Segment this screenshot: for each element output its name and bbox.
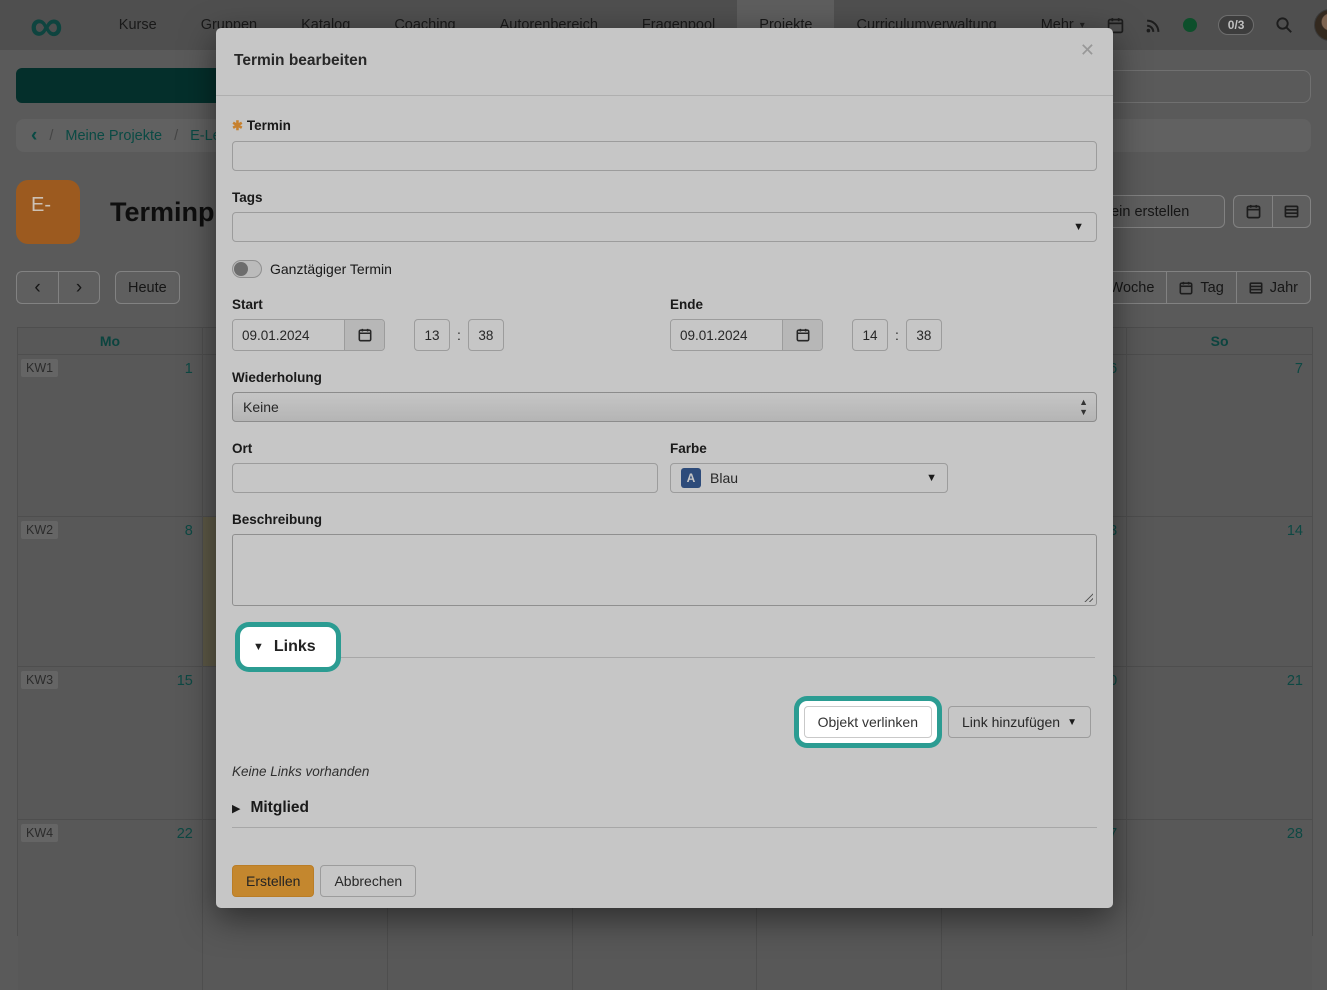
section-divider	[232, 827, 1097, 828]
breadcrumb-separator: /	[49, 128, 53, 144]
search-icon[interactable]	[1275, 16, 1293, 34]
calendar-day-cell[interactable]: KW28	[18, 516, 203, 666]
dialog-header: Termin bearbeiten ✕	[216, 28, 1113, 96]
wiederholung-label: Wiederholung	[232, 370, 1097, 385]
menu-item-kurse[interactable]: Kurse	[97, 0, 179, 50]
rss-icon[interactable]	[1145, 17, 1162, 34]
tags-label: Tags	[232, 190, 1097, 205]
mitglied-section-toggle[interactable]: ▶ Mitglied	[232, 799, 1097, 817]
calendar-day-cell[interactable]: KW11	[18, 354, 203, 516]
links-section-title: Links	[274, 638, 316, 656]
dialog-body: ✱Termin Tags ▼ Ganztägiger Termin Start …	[216, 96, 1113, 897]
time-separator: :	[895, 327, 899, 343]
color-swatch: A	[681, 468, 701, 488]
ort-label: Ort	[232, 441, 658, 456]
dialog-title: Termin bearbeiten	[234, 52, 1095, 70]
dialog-footer: Erstellen Abbrechen	[232, 865, 1097, 897]
next-button[interactable]: ›	[58, 271, 100, 304]
links-buttons-row: Objekt verlinken Link hinzufügen▼	[232, 696, 1097, 748]
ende-date-group	[670, 319, 823, 351]
week-number-badge: KW1	[21, 359, 58, 377]
all-day-toggle[interactable]	[232, 260, 262, 278]
links-section-header-row: ▼ Links	[232, 625, 1097, 681]
calendar-view-button[interactable]	[1233, 195, 1272, 228]
start-hour-input[interactable]	[414, 319, 450, 351]
section-divider	[340, 657, 1095, 658]
all-day-label: Ganztägiger Termin	[270, 261, 392, 277]
back-chevron-icon[interactable]: ‹	[31, 126, 37, 145]
calendar-day-cell[interactable]: 7	[1127, 354, 1312, 516]
view-tag-button[interactable]: Tag	[1166, 271, 1235, 304]
farbe-value: Blau	[710, 470, 738, 486]
table-icon	[1284, 204, 1299, 219]
required-asterisk-icon: ✱	[232, 118, 243, 133]
calendar-day-cell[interactable]: 14	[1127, 516, 1312, 666]
beschreibung-wrap	[232, 534, 1097, 609]
farbe-label: Farbe	[670, 441, 1097, 456]
select-arrows-icon: ▲▼	[1079, 397, 1088, 417]
triangle-down-icon: ▼	[253, 641, 264, 653]
prev-button[interactable]: ‹	[16, 271, 58, 304]
navbar-right: 0/3 ▾	[1107, 9, 1327, 41]
termin-bearbeiten-dialog: Termin bearbeiten ✕ ✱Termin Tags ▼ Ganzt…	[216, 28, 1113, 908]
ort-input[interactable]	[232, 463, 658, 493]
toggle-knob	[234, 262, 248, 276]
calendar-day-cell[interactable]: 21	[1127, 666, 1312, 819]
beschreibung-textarea[interactable]	[232, 534, 1097, 606]
counter-badge[interactable]: 0/3	[1218, 15, 1255, 35]
calendar-icon	[358, 328, 372, 342]
ende-minute-input[interactable]	[906, 319, 942, 351]
termin-label: ✱Termin	[232, 118, 1097, 134]
start-datepicker-button[interactable]	[344, 320, 384, 350]
chevron-down-icon: ▼	[1067, 717, 1077, 728]
list-view-button[interactable]	[1272, 195, 1311, 228]
calendar-icon	[1179, 281, 1193, 295]
close-icon[interactable]: ✕	[1080, 40, 1095, 61]
week-number-badge: KW3	[21, 671, 58, 689]
table-icon	[1249, 281, 1263, 295]
mitglied-section-title: Mitglied	[250, 799, 309, 817]
ende-datepicker-button[interactable]	[782, 320, 822, 350]
abbrechen-button[interactable]: Abbrechen	[320, 865, 416, 897]
view-jahr-button[interactable]: Jahr	[1236, 271, 1311, 304]
time-separator: :	[457, 327, 461, 343]
start-date-group	[232, 319, 385, 351]
logo-infinity-icon[interactable]: ∞	[30, 5, 63, 45]
calendar-icon	[796, 328, 810, 342]
calendar-icon	[1246, 204, 1261, 219]
triangle-right-icon: ▶	[232, 802, 240, 815]
start-date-input[interactable]	[233, 320, 344, 350]
calendar-day-cell[interactable]: KW422	[18, 819, 203, 990]
status-dot	[1183, 18, 1197, 32]
ende-hour-input[interactable]	[852, 319, 888, 351]
beschreibung-label: Beschreibung	[232, 512, 1097, 527]
breadcrumb-link-meine-projekte[interactable]: Meine Projekte	[65, 128, 162, 144]
ende-label: Ende	[670, 297, 1097, 312]
link-hinzufuegen-button[interactable]: Link hinzufügen▼	[948, 706, 1091, 738]
week-number-badge: KW2	[21, 521, 58, 539]
wiederholung-select[interactable]: Keine ▲▼	[232, 392, 1097, 422]
calendar-day-cell[interactable]: KW315	[18, 666, 203, 819]
objekt-verlinken-button[interactable]: Objekt verlinken	[804, 706, 932, 738]
links-section-toggle[interactable]: ▼ Links	[240, 627, 336, 667]
breadcrumb-separator: /	[174, 128, 178, 144]
ende-date-input[interactable]	[671, 320, 782, 350]
week-number-badge: KW4	[21, 824, 58, 842]
project-icon: E-	[16, 180, 80, 244]
calendar-day-cell[interactable]: 28	[1127, 819, 1312, 990]
chevron-down-icon: ▼	[926, 472, 937, 484]
user-avatar[interactable]	[1314, 9, 1327, 41]
erstellen-button[interactable]: Erstellen	[232, 865, 314, 897]
today-button[interactable]: Heute	[115, 271, 180, 304]
start-label: Start	[232, 297, 670, 312]
farbe-select[interactable]: A Blau ▼	[670, 463, 948, 493]
page-title-block: E- Terminpla	[16, 180, 237, 244]
start-minute-input[interactable]	[468, 319, 504, 351]
tags-select[interactable]: ▼	[232, 212, 1097, 242]
empty-links-text: Keine Links vorhanden	[232, 764, 1097, 779]
chevron-down-icon: ▼	[1073, 221, 1084, 233]
object-link-highlight: Objekt verlinken	[799, 701, 937, 743]
termin-input[interactable]	[232, 141, 1097, 171]
